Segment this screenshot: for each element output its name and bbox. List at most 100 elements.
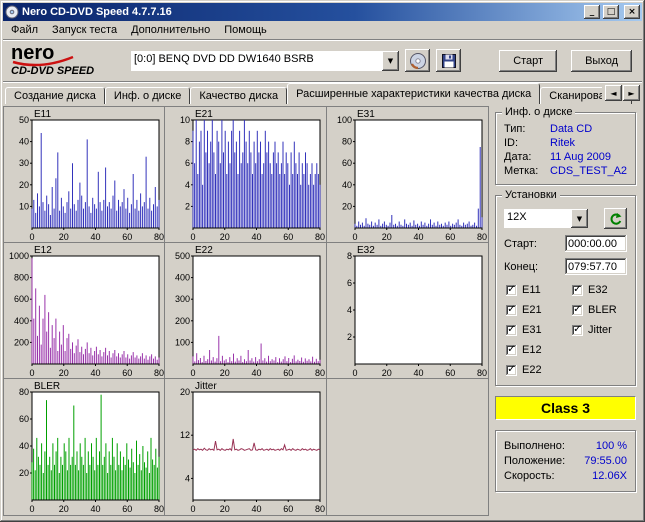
svg-text:Jitter: Jitter bbox=[195, 381, 217, 392]
svg-text:E11: E11 bbox=[34, 109, 51, 120]
exit-button[interactable]: Выход bbox=[571, 49, 632, 72]
window-title: Nero CD-DVD Speed 4.7.7.16 bbox=[22, 6, 172, 18]
checkbox-bler[interactable]: ✓ BLER bbox=[572, 304, 617, 316]
svg-text:2: 2 bbox=[347, 332, 352, 342]
tab-scroll-buttons: ◄ ► bbox=[602, 85, 640, 101]
checkbox-e22[interactable]: ✓ E22 bbox=[506, 364, 568, 376]
chart-cell-E21: E21 2 4 6 8 10 0 20 40 60 80 bbox=[165, 107, 327, 243]
disc-info-label: Тип: bbox=[504, 123, 526, 135]
checkbox-e31[interactable]: ✓ E31 bbox=[506, 324, 568, 336]
svg-text:0: 0 bbox=[352, 232, 357, 242]
speed-combo-value: 12X bbox=[504, 209, 571, 228]
svg-text:0: 0 bbox=[29, 504, 34, 514]
svg-text:30: 30 bbox=[19, 158, 29, 168]
end-position-label: Конец: bbox=[504, 260, 539, 273]
disc-info-label: Дата: bbox=[504, 151, 532, 163]
speed-row: 12X ▼ bbox=[504, 208, 628, 229]
svg-text:80: 80 bbox=[477, 368, 487, 378]
chart-cell-E12: E12 200 400 600 800 1000 0 20 40 60 80 bbox=[4, 243, 166, 379]
svg-text:60: 60 bbox=[122, 504, 132, 514]
minimize-button[interactable]: _ bbox=[584, 5, 600, 19]
speed-combobox[interactable]: 12X ▼ bbox=[504, 209, 588, 228]
svg-text:80: 80 bbox=[342, 137, 352, 147]
svg-text:80: 80 bbox=[154, 232, 164, 242]
refresh-button[interactable] bbox=[604, 208, 628, 229]
svg-text:20: 20 bbox=[381, 232, 391, 242]
start-button[interactable]: Старт bbox=[499, 49, 558, 72]
svg-text:80: 80 bbox=[19, 387, 29, 397]
svg-text:40: 40 bbox=[252, 504, 262, 514]
svg-text:0: 0 bbox=[191, 368, 196, 378]
drive-combobox[interactable]: [0:0] BENQ DVD DD DW1640 BSRB ▼ bbox=[131, 50, 399, 71]
checkbox-check-icon: ✓ bbox=[506, 283, 517, 296]
svg-text:4: 4 bbox=[347, 305, 352, 315]
menu-bar: Файл Запуск теста Дополнительно Помощь bbox=[3, 21, 642, 40]
chevron-down-icon[interactable]: ▼ bbox=[571, 209, 588, 228]
svg-text:80: 80 bbox=[315, 232, 325, 242]
chart-E21: E21 2 4 6 8 10 0 20 40 60 80 bbox=[180, 109, 325, 242]
svg-text:40: 40 bbox=[90, 504, 100, 514]
maximize-button[interactable]: □ bbox=[603, 5, 619, 19]
start-position-field[interactable] bbox=[565, 235, 628, 252]
svg-text:80: 80 bbox=[477, 232, 487, 242]
svg-text:60: 60 bbox=[445, 232, 455, 242]
checkbox-e11[interactable]: ✓ E11 bbox=[506, 284, 568, 296]
start-position-row: Старт: bbox=[504, 235, 628, 252]
chart-E31: E31 20 40 60 80 100 0 20 40 60 80 bbox=[337, 109, 487, 242]
chevron-down-icon[interactable]: ▼ bbox=[382, 50, 399, 71]
disc-info-value: Data CD bbox=[550, 123, 593, 135]
chart-E12: E12 200 400 600 800 1000 0 20 40 60 80 bbox=[9, 245, 164, 378]
checkbox-check-icon: ✓ bbox=[506, 363, 517, 376]
disc-tools-button[interactable] bbox=[405, 49, 430, 72]
svg-text:E12: E12 bbox=[34, 245, 52, 256]
svg-text:6: 6 bbox=[185, 158, 190, 168]
menu-item-2[interactable]: Дополнительно bbox=[124, 22, 217, 38]
svg-text:8: 8 bbox=[185, 137, 190, 147]
checkbox-label: Jitter bbox=[588, 324, 612, 336]
nero-logo-text: nero bbox=[11, 42, 54, 64]
title-bar: Nero CD-DVD Speed 4.7.7.16 _ □ × bbox=[3, 3, 642, 21]
chart-cell-E22: E22 100 200 300 400 500 0 20 40 60 80 bbox=[165, 243, 327, 379]
svg-text:20: 20 bbox=[180, 387, 190, 397]
tab-2[interactable]: Качество диска bbox=[190, 87, 288, 104]
svg-text:20: 20 bbox=[19, 468, 29, 478]
svg-text:40: 40 bbox=[342, 180, 352, 190]
checkbox-check-icon: ✓ bbox=[572, 323, 583, 336]
tab-scroll-right-icon[interactable]: ► bbox=[623, 85, 640, 101]
disc-info-label: ID: bbox=[504, 137, 519, 149]
app-disc-icon bbox=[5, 5, 19, 19]
menu-item-0[interactable]: Файл bbox=[4, 22, 45, 38]
svg-text:40: 40 bbox=[19, 441, 29, 451]
svg-text:60: 60 bbox=[445, 368, 455, 378]
chart-E32: E3224680 20 40 60 80 bbox=[347, 245, 487, 378]
close-button[interactable]: × bbox=[624, 5, 640, 19]
checkbox-check-icon: ✓ bbox=[506, 343, 517, 356]
refresh-icon bbox=[608, 212, 623, 226]
svg-text:20: 20 bbox=[381, 368, 391, 378]
menu-item-3[interactable]: Помощь bbox=[217, 22, 274, 38]
app-window: Nero CD-DVD Speed 4.7.7.16 _ □ × Файл Зап… bbox=[0, 0, 645, 522]
svg-text:60: 60 bbox=[284, 368, 294, 378]
menu-item-1[interactable]: Запуск теста bbox=[45, 22, 124, 38]
checkbox-jitter[interactable]: ✓ Jitter bbox=[572, 324, 617, 336]
settings-group: Установки 12X ▼ Старт: 000:00.00 Конец: … bbox=[495, 189, 637, 386]
checkbox-e12[interactable]: ✓ E12 bbox=[506, 344, 568, 356]
checkbox-e21[interactable]: ✓ E21 bbox=[506, 304, 568, 316]
checkbox-check-icon: ✓ bbox=[506, 303, 517, 316]
tab-1[interactable]: Инф. о диске bbox=[104, 87, 191, 104]
tab-scroll-left-icon[interactable]: ◄ bbox=[605, 85, 622, 101]
svg-text:80: 80 bbox=[154, 504, 164, 514]
svg-text:80: 80 bbox=[315, 368, 325, 378]
svg-text:E31: E31 bbox=[357, 109, 375, 120]
right-panel: Инф. о диске Тип: Data CD ID: Ritek Дата: 11 … bbox=[489, 106, 642, 519]
save-button[interactable] bbox=[436, 49, 461, 72]
settings-title: Установки bbox=[502, 189, 560, 201]
end-position-field[interactable] bbox=[565, 258, 628, 275]
tab-3[interactable]: Расширенные характеристики качества диск… bbox=[287, 83, 541, 104]
svg-text:200: 200 bbox=[175, 316, 190, 326]
checkbox-e32[interactable]: ✓ E32 bbox=[572, 284, 617, 296]
tab-0[interactable]: Создание диска bbox=[5, 87, 105, 104]
status-label: Выполнено: bbox=[504, 440, 565, 452]
svg-text:20: 20 bbox=[342, 201, 352, 211]
checkbox-label: BLER bbox=[588, 304, 617, 316]
